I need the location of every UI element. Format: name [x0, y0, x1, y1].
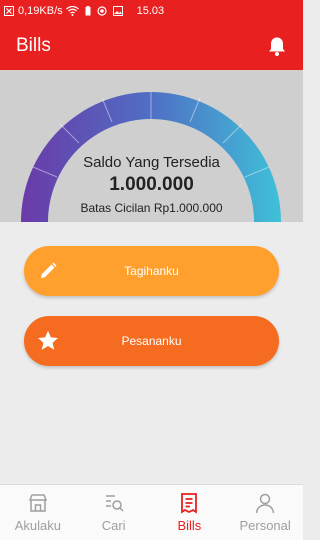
- tagihanku-button[interactable]: Tagihanku: [24, 246, 279, 296]
- bell-icon[interactable]: [265, 34, 289, 58]
- balance-gauge: [21, 92, 281, 222]
- nav-item-akulaku[interactable]: Akulaku: [0, 485, 76, 540]
- nav-label-bills: Bills: [177, 518, 202, 533]
- pesananku-label: Pesananku: [121, 334, 182, 348]
- nav-label-cari: Cari: [101, 518, 126, 533]
- pencil-icon: [36, 259, 60, 283]
- store-icon: [26, 491, 50, 515]
- nav-item-personal[interactable]: Personal: [227, 485, 303, 540]
- battery-icon: [85, 0, 91, 22]
- nav-label-personal: Personal: [239, 518, 291, 533]
- clock: 15.03: [136, 5, 165, 17]
- balance-label: Saldo Yang Tersedia: [83, 154, 220, 171]
- gallery-icon: [112, 0, 123, 22]
- star-icon: [36, 329, 60, 353]
- person-icon: [253, 491, 277, 515]
- nav-item-bills[interactable]: Bills: [152, 485, 228, 540]
- location-icon: [97, 0, 107, 22]
- search-list-icon: [102, 491, 126, 515]
- page-title: Bills: [16, 35, 51, 56]
- status-bar: 0,19KB/s 15.03: [0, 0, 303, 22]
- bills-icon: [177, 491, 201, 515]
- installment-limit: Batas Cicilan Rp1.000.000: [80, 201, 223, 215]
- nav-item-cari[interactable]: Cari: [76, 485, 152, 540]
- tagihanku-label: Tagihanku: [124, 264, 179, 278]
- nav-label-akulaku: Akulaku: [14, 518, 61, 533]
- balance-amount: 1.000.000: [109, 174, 194, 195]
- close-box-icon: [4, 0, 14, 22]
- wifi-icon: [65, 0, 79, 22]
- pesananku-button[interactable]: Pesananku: [24, 316, 279, 366]
- network-speed: 0,19KB/s: [18, 5, 63, 17]
- app-bar: Bills: [0, 22, 303, 70]
- balance-panel: Saldo Yang Tersedia 1.000.000 Batas Cici…: [0, 70, 303, 222]
- bottom-nav: Akulaku Cari Bills Personal: [0, 484, 303, 540]
